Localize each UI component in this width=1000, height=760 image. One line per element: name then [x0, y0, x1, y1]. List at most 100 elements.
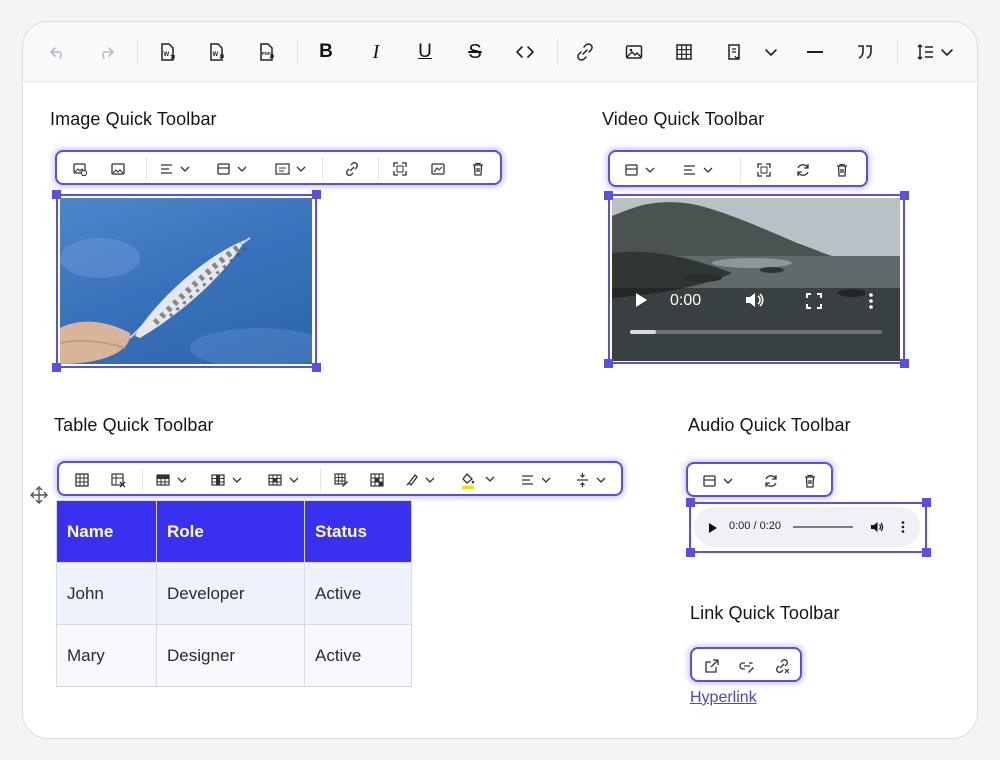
redo-button[interactable]: [91, 38, 121, 66]
link-icon: [346, 162, 358, 176]
vertical-align-icon: [577, 473, 606, 487]
table-header-cell[interactable]: Name: [56, 500, 157, 563]
svg-text:W: W: [213, 52, 219, 58]
edit-link-button[interactable]: [736, 655, 758, 677]
image-caption-dropdown[interactable]: [273, 158, 311, 180]
paste-icon: [728, 44, 740, 60]
audio-display-dropdown[interactable]: [700, 470, 738, 492]
data-table: Name Role Status John Developer Active M…: [56, 500, 412, 687]
external-link-icon: [705, 659, 719, 673]
blockquote-button[interactable]: [850, 38, 880, 66]
main-toolbar: W W PDF B I U S: [23, 22, 977, 82]
table-header-button[interactable]: [71, 469, 93, 491]
video-remove-button[interactable]: [831, 159, 853, 181]
italic-button[interactable]: I: [361, 38, 391, 66]
video-align-dropdown[interactable]: [680, 159, 718, 181]
audio-remove-button[interactable]: [799, 470, 821, 492]
insert-image-button[interactable]: [619, 38, 649, 66]
table-cell[interactable]: John: [56, 562, 157, 625]
table-columns-dropdown[interactable]: [209, 469, 247, 491]
table-edit-properties-button[interactable]: [330, 469, 352, 491]
export-pdf-button[interactable]: PDF: [251, 38, 281, 66]
table-align-dropdown[interactable]: [518, 469, 556, 491]
remove-link-button[interactable]: [771, 655, 793, 677]
insert-table-button[interactable]: [669, 38, 699, 66]
audio-replace-button[interactable]: [760, 470, 782, 492]
resize-handle[interactable]: [312, 190, 321, 199]
resize-handle[interactable]: [52, 363, 61, 372]
resize-handle[interactable]: [604, 359, 613, 368]
alt-text-icon: [431, 163, 445, 175]
code-button[interactable]: [510, 38, 540, 66]
unlink-icon: [776, 659, 790, 674]
export-word-button[interactable]: W: [201, 38, 231, 66]
trash-icon: [805, 474, 815, 488]
table-move-handle[interactable]: [30, 486, 48, 504]
strikethrough-button[interactable]: S: [460, 38, 490, 66]
import-word-button[interactable]: W: [152, 38, 182, 66]
background-color-dropdown[interactable]: [458, 469, 500, 491]
table-header-cell[interactable]: Role: [156, 500, 305, 563]
trash-icon: [473, 162, 483, 176]
table-cell-dropdown[interactable]: [266, 469, 304, 491]
table-cell[interactable]: Mary: [56, 624, 157, 687]
paint-bucket-icon: [462, 473, 495, 489]
resize-handle[interactable]: [312, 363, 321, 372]
image-alt-text-button[interactable]: [427, 158, 449, 180]
resize-handle[interactable]: [604, 191, 613, 200]
toolbar-separator: [557, 38, 558, 66]
image-align-dropdown[interactable]: [157, 158, 195, 180]
link-section-heading: Link Quick Toolbar: [690, 603, 840, 623]
align-icon: [522, 475, 551, 485]
table-cell[interactable]: Designer: [156, 624, 305, 687]
table-rows-dropdown[interactable]: [154, 469, 192, 491]
image-icon: [625, 45, 643, 59]
video-display-dropdown[interactable]: [622, 159, 660, 181]
border-color-dropdown[interactable]: [402, 469, 440, 491]
vertical-align-dropdown[interactable]: [573, 469, 611, 491]
resize-handle[interactable]: [922, 498, 931, 507]
line-height-button[interactable]: [911, 38, 961, 66]
link-quick-toolbar: [690, 647, 802, 682]
paste-dropdown-button[interactable]: [756, 38, 786, 66]
image-dimension-button[interactable]: [389, 158, 411, 180]
image-remove-button[interactable]: [467, 158, 489, 180]
table-header-cell[interactable]: Status: [304, 500, 412, 563]
table-cell-style-button[interactable]: [366, 469, 388, 491]
horizontal-line-button[interactable]: [800, 38, 830, 66]
table-cell[interactable]: Developer: [156, 562, 305, 625]
image-replace-button[interactable]: [69, 158, 91, 180]
image-insert-button[interactable]: [107, 158, 129, 180]
audio-quick-toolbar: [686, 462, 833, 497]
underline-button[interactable]: U: [410, 38, 440, 66]
toolbar-separator: [320, 468, 321, 492]
table-header-row: Name Role Status: [56, 500, 412, 563]
resize-handle[interactable]: [52, 190, 61, 199]
bold-button[interactable]: B: [311, 38, 341, 66]
export-pdf-icon: PDF: [260, 43, 274, 61]
open-link-button[interactable]: [701, 655, 723, 677]
video-replace-button[interactable]: [792, 159, 814, 181]
insert-link-button[interactable]: [570, 38, 600, 66]
trash-icon: [837, 163, 847, 177]
resize-handle[interactable]: [900, 191, 909, 200]
resize-handle[interactable]: [900, 359, 909, 368]
toolbar-separator: [740, 158, 741, 182]
table-cell[interactable]: Active: [304, 562, 412, 625]
video-dimension-button[interactable]: [753, 159, 775, 181]
svg-text:W: W: [164, 52, 170, 58]
insert-from-clipboard-button[interactable]: [719, 38, 749, 66]
image-display-dropdown[interactable]: [214, 158, 252, 180]
table-remove-button[interactable]: [107, 469, 129, 491]
move-icon: [30, 486, 48, 504]
resize-handle[interactable]: [686, 498, 695, 507]
undo-button[interactable]: [43, 38, 73, 66]
image-link-button[interactable]: [341, 158, 363, 180]
table-style-icon: [370, 473, 384, 487]
table-quick-toolbar: [57, 461, 623, 496]
hyperlink[interactable]: Hyperlink: [690, 689, 757, 707]
table-cell[interactable]: Active: [304, 624, 412, 687]
toolbar-separator: [322, 157, 323, 181]
resize-handle[interactable]: [686, 548, 695, 557]
resize-handle[interactable]: [922, 548, 931, 557]
